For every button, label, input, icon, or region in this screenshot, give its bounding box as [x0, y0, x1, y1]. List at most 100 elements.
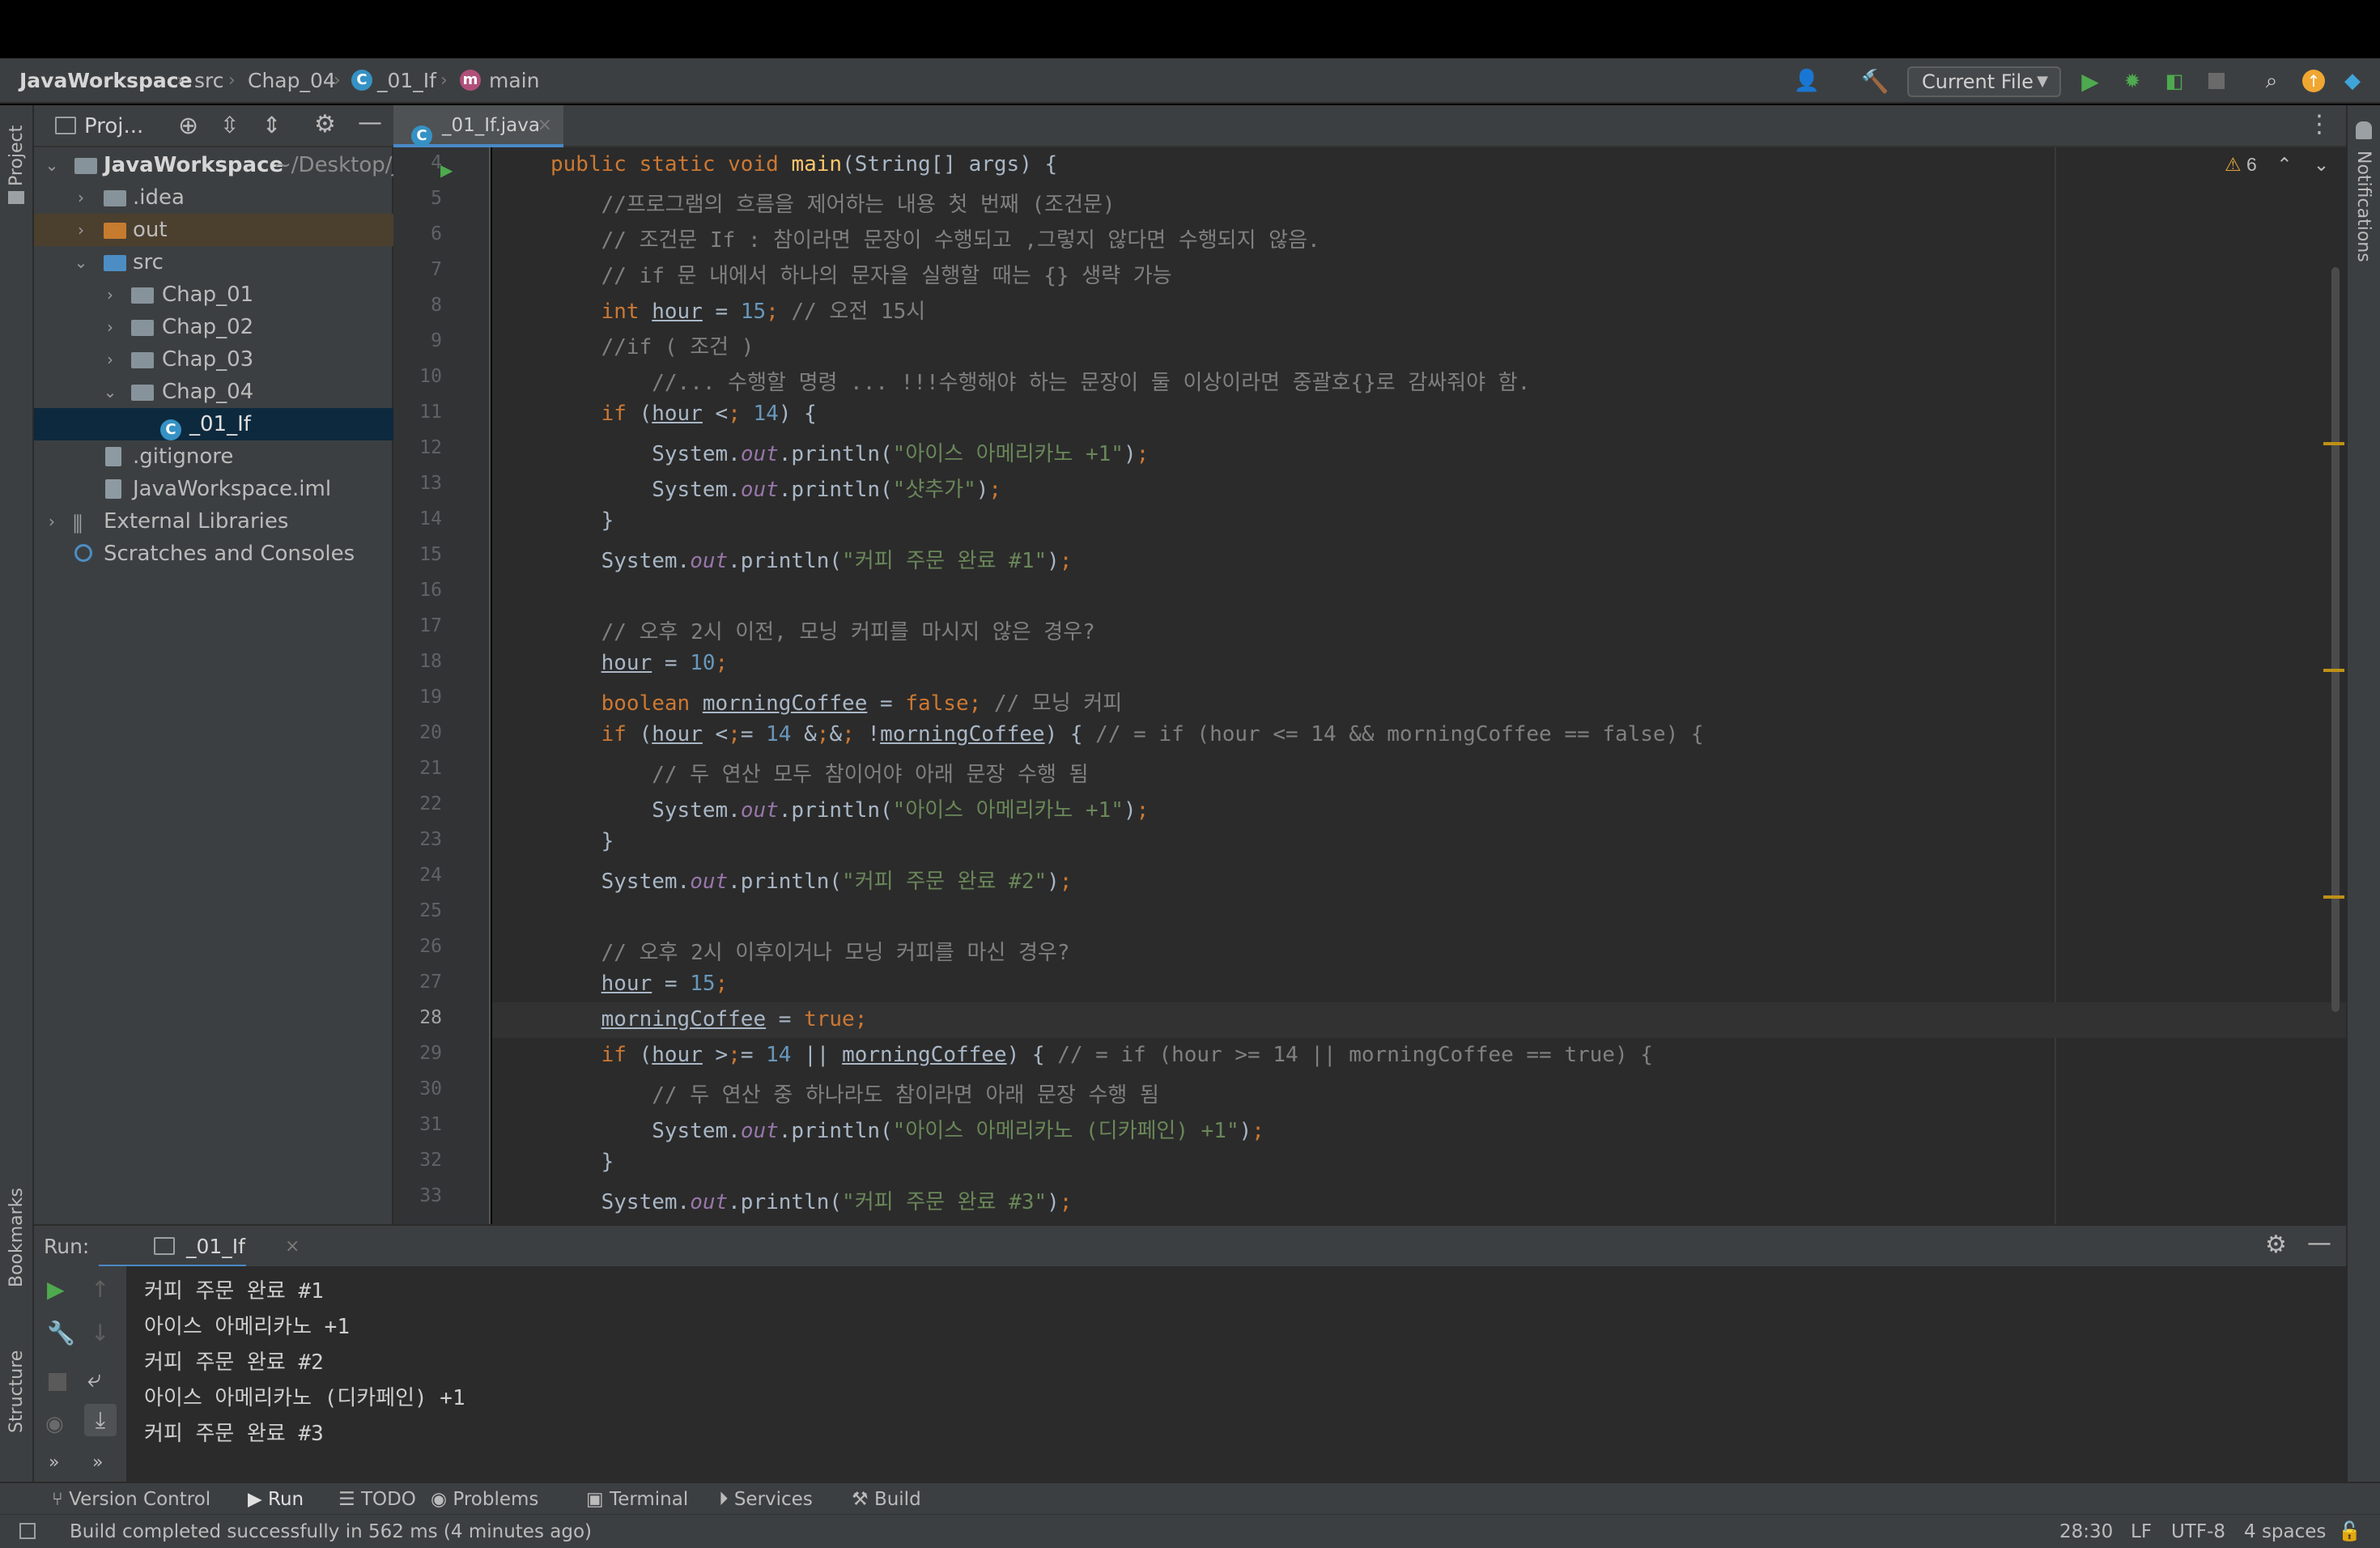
code-line[interactable]: }	[550, 1150, 614, 1174]
code-line[interactable]: }	[550, 508, 614, 533]
breadcrumb-src[interactable]: src	[194, 58, 224, 104]
code-line[interactable]: public static void main(String[] args) {	[550, 152, 1057, 176]
tree-item-javaworkspace[interactable]: ⌄ JavaWorkspace ~/Desktop/J	[34, 149, 393, 181]
tree-item-chap02[interactable]: › Chap_02	[34, 311, 393, 343]
code-line[interactable]: // 오후 2시 이전, 모닝 커피를 마시지 않은 경우?	[550, 615, 1095, 645]
breadcrumb-method[interactable]: main	[489, 58, 539, 104]
code-line[interactable]: hour = 10;	[550, 651, 729, 675]
run-configuration-select[interactable]: Current File ▼	[1907, 66, 2061, 97]
line-separator[interactable]: LF	[2131, 1515, 2152, 1548]
code-line[interactable]: //... 수행할 명령 ... !!!수행해야 하는 문장이 둘 이상이라면 …	[550, 366, 1530, 396]
scroll-to-end-icon[interactable]: ⤓	[84, 1404, 117, 1436]
more-icon[interactable]: »	[92, 1452, 103, 1473]
inspection-widget[interactable]: ⚠ 6 ⌃ ⌄	[2225, 154, 2329, 176]
code-line[interactable]: System.out.println("샷추가");	[550, 473, 1001, 503]
tree-item-chap01[interactable]: › Chap_01	[34, 279, 393, 311]
code-line[interactable]: int hour = 15; // 오전 15시	[550, 295, 926, 325]
build-hammer-icon[interactable]: 🔨	[1860, 66, 1889, 96]
tree-item-out[interactable]: › out	[34, 214, 393, 246]
lock-icon[interactable]: 🔓	[2338, 1515, 2361, 1548]
code-line[interactable]: // 오후 2시 이후이거나 모닝 커피를 마신 경우?	[550, 936, 1070, 966]
code-line[interactable]: System.out.println("아이스 아메리카노 +1");	[550, 793, 1149, 823]
toggle-tool-windows-icon[interactable]	[19, 1523, 36, 1539]
code-line[interactable]	[550, 900, 601, 925]
update-icon[interactable]: ↑	[2299, 66, 2328, 96]
code-line[interactable]	[550, 580, 601, 604]
code-line[interactable]: }	[550, 829, 614, 853]
chevron-down-icon[interactable]: ⌄	[2314, 154, 2329, 175]
code-line[interactable]: System.out.println("커피 주문 완료 #1");	[550, 544, 1073, 574]
rerun-icon[interactable]: ▶	[47, 1276, 65, 1303]
locate-icon[interactable]: ⊕	[178, 112, 198, 140]
arrow-up-icon[interactable]: ↑	[91, 1276, 109, 1303]
camera-icon[interactable]: ◉	[45, 1412, 64, 1436]
code-line[interactable]: // if 문 내에서 하나의 문자을 실행할 때는 {} 생략 가능	[550, 259, 1172, 289]
tree-item-idea[interactable]: › .idea	[34, 181, 393, 214]
soft-wrap-icon[interactable]: ⤶	[87, 1365, 101, 1393]
code-line[interactable]: // 조건문 If : 참이라면 문장이 수행되고 ,그렇지 않다면 수행되지 …	[550, 223, 1320, 253]
search-icon[interactable]: ⌕	[2257, 66, 2286, 96]
collapse-all-icon[interactable]: ⇕	[262, 112, 281, 138]
tree-item-01-if[interactable]: C _01_If	[34, 408, 393, 440]
tool-terminal[interactable]: ▣ Terminal	[586, 1483, 688, 1516]
more-options-icon[interactable]: ⋮	[2307, 110, 2331, 138]
warning-marker[interactable]	[2323, 442, 2344, 445]
expand-all-icon[interactable]: ⇳	[220, 112, 239, 138]
tool-build[interactable]: ⚒ Build	[852, 1483, 921, 1516]
plugin-icon[interactable]: ◆	[2338, 66, 2367, 96]
code-line[interactable]: if (hour >;= 14 || morningCoffee) { // =…	[550, 1043, 1653, 1067]
run-tab[interactable]: _01_If ×	[99, 1226, 300, 1268]
tool-services[interactable]: ⏵ Services	[719, 1483, 813, 1516]
project-tool-tab[interactable]: Project	[6, 125, 27, 186]
bookmarks-tool-tab[interactable]: Bookmarks	[6, 1188, 27, 1287]
code-line[interactable]: //if ( 조건 )	[550, 330, 754, 360]
run-console-output[interactable]: 커피 주문 완료 #1 아이스 아메리카노 +1 커피 주문 완료 #2 아이스…	[126, 1266, 2346, 1482]
debug-icon[interactable]: ✹	[2118, 66, 2147, 96]
tree-item-gitignore[interactable]: .gitignore	[34, 440, 393, 473]
breadcrumb-project[interactable]: JavaWorkspace	[19, 58, 193, 104]
tree-item-scratches[interactable]: Scratches and Consoles	[34, 538, 393, 570]
code-line[interactable]: //프로그램의 흐름을 제어하는 내용 첫 번째 (조건문)	[550, 188, 1116, 218]
run-icon[interactable]: ▶	[2076, 66, 2105, 96]
code-line[interactable]: if (hour <; 14) {	[550, 402, 817, 426]
code-line[interactable]: // 두 연산 모두 참이어야 아래 문장 수행 됨	[550, 758, 1088, 788]
stop-icon[interactable]	[49, 1373, 66, 1391]
editor-tab[interactable]: C _01_If.java ×	[393, 105, 563, 147]
tree-item-chap03[interactable]: › Chap_03	[34, 343, 393, 376]
status-message[interactable]: Build completed successfully in 562 ms (…	[70, 1515, 592, 1548]
tree-item-iml[interactable]: JavaWorkspace.iml	[34, 473, 393, 505]
gear-icon[interactable]: ⚙	[314, 110, 336, 138]
breadcrumb-package[interactable]: Chap_04	[248, 58, 336, 104]
file-encoding[interactable]: UTF-8	[2171, 1515, 2225, 1548]
more-icon[interactable]: »	[49, 1452, 59, 1473]
hide-panel-icon[interactable]: —	[358, 108, 382, 137]
code-line[interactable]: hour = 15;	[550, 972, 729, 996]
code-line[interactable]: morningCoffee = true;	[550, 1007, 868, 1031]
warning-marker[interactable]	[2323, 669, 2344, 672]
tool-version-control[interactable]: ⑂ Version Control	[52, 1483, 210, 1516]
stop-icon[interactable]	[2202, 66, 2231, 96]
user-icon[interactable]: 👤	[1792, 66, 1821, 96]
code-line[interactable]: System.out.println("커피 주문 완료 #2");	[550, 865, 1073, 895]
editor-scrollbar[interactable]	[2331, 267, 2340, 1012]
warning-marker[interactable]	[2323, 895, 2344, 899]
hide-panel-icon[interactable]: —	[2307, 1229, 2331, 1257]
code-line[interactable]: System.out.println("아이스 아메리카노 (디카페인) +1"…	[550, 1114, 1264, 1144]
close-icon[interactable]: ×	[285, 1226, 300, 1268]
structure-tool-tab[interactable]: Structure	[6, 1350, 27, 1433]
gear-icon[interactable]: ⚙	[2265, 1231, 2287, 1259]
arrow-down-icon[interactable]: ↓	[91, 1320, 109, 1346]
tool-todo[interactable]: ☰ TODO	[338, 1483, 416, 1516]
code-line[interactable]: boolean morningCoffee = false; // 모닝 커피	[550, 687, 1123, 717]
tool-problems[interactable]: ◉ Problems	[431, 1483, 538, 1516]
tree-item-chap04[interactable]: ⌄ Chap_04	[34, 376, 393, 408]
breadcrumb-class[interactable]: _01_If	[377, 58, 436, 104]
tree-item-src[interactable]: ⌄ src	[34, 246, 393, 279]
code-editor[interactable]: public static void main(String[] args) {…	[492, 147, 2346, 1224]
run-gutter-icon[interactable]: ▶	[440, 160, 453, 180]
chevron-up-icon[interactable]: ⌃	[2276, 154, 2292, 175]
close-icon[interactable]: ×	[538, 105, 552, 146]
notifications-tool-tab[interactable]: Notifications	[2353, 151, 2374, 262]
code-line[interactable]: System.out.println("커피 주문 완료 #3");	[550, 1185, 1073, 1215]
coverage-icon[interactable]: ◧	[2160, 66, 2189, 96]
